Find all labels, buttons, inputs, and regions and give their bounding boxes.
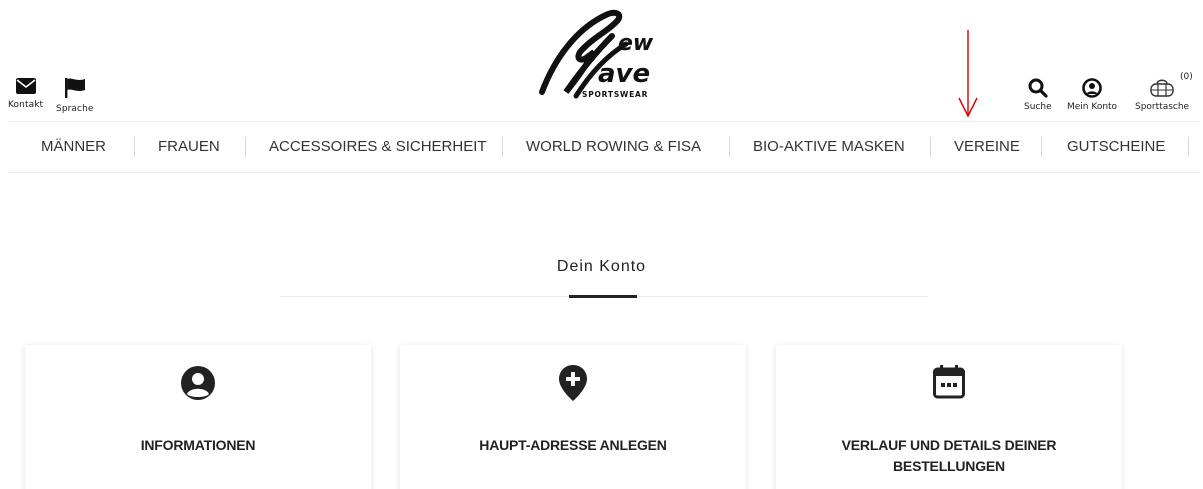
card-label: HAUPT-ADRESSE ANLEGEN xyxy=(479,437,667,453)
account-card-informationen[interactable]: INFORMATIONEN xyxy=(25,345,371,489)
nav-item-world-rowing[interactable]: WORLD ROWING & FISA xyxy=(526,122,701,172)
search-icon xyxy=(1028,78,1048,98)
nav-item-frauen[interactable]: FRAUEN xyxy=(158,122,220,172)
mail-icon xyxy=(15,78,36,94)
logo-text-top: ew xyxy=(618,31,654,56)
add-location-icon xyxy=(559,365,587,401)
kontakt-link[interactable]: Kontakt xyxy=(8,78,43,110)
annotation-arrow-icon xyxy=(958,30,978,118)
main-nav: MÄNNER FRAUEN ACCESSOIRES & SICHERHEIT W… xyxy=(8,121,1200,173)
nav-separator xyxy=(245,137,246,157)
page: Kontakt Sprache ew ave SPORTSWEAR Suche xyxy=(0,0,1203,489)
brand-logo[interactable]: ew ave SPORTSWEAR xyxy=(536,8,670,100)
account-card-bestellungen[interactable]: VERLAUF UND DETAILS DEINER BESTELLUNGEN xyxy=(776,345,1122,489)
nav-separator xyxy=(930,137,931,157)
logo-text-mid: ave xyxy=(598,59,650,89)
tasche-label: Sporttasche xyxy=(1135,102,1190,112)
search-link[interactable]: Suche xyxy=(1024,78,1052,112)
logo-text-sub: SPORTSWEAR xyxy=(582,90,648,99)
page-title: Dein Konto xyxy=(556,258,647,275)
nav-item-vereine[interactable]: VEREINE xyxy=(954,122,1020,172)
nav-item-gutscheine[interactable]: GUTSCHEINE xyxy=(1067,122,1165,172)
cart-link[interactable]: Sporttasche xyxy=(1135,78,1189,112)
title-underline xyxy=(569,295,637,298)
card-label: INFORMATIONEN xyxy=(140,437,256,453)
sprache-label: Sprache xyxy=(56,104,94,114)
account-link[interactable]: Mein Konto xyxy=(1067,78,1117,112)
nav-separator xyxy=(1041,137,1042,157)
sprache-link[interactable]: Sprache xyxy=(56,78,94,114)
kontakt-label: Kontakt xyxy=(8,100,44,110)
account-card-adresse[interactable]: HAUPT-ADRESSE ANLEGEN xyxy=(400,345,746,489)
nav-item-maenner[interactable]: MÄNNER xyxy=(41,122,106,172)
card-label: VERLAUF UND DETAILS DEINER BESTELLUNGEN xyxy=(841,437,1057,474)
nav-separator xyxy=(729,137,730,157)
flag-icon xyxy=(64,78,85,98)
nav-item-bio-aktive-masken[interactable]: BIO-AKTIVE MASKEN xyxy=(753,122,905,172)
user-circle-icon xyxy=(1082,78,1102,98)
suche-label: Suche xyxy=(1024,102,1052,112)
user-circle-icon xyxy=(181,366,215,400)
konto-label: Mein Konto xyxy=(1067,102,1118,112)
cart-count-badge: (0) xyxy=(1180,72,1193,82)
nav-separator xyxy=(502,137,503,157)
sport-bag-icon xyxy=(1150,79,1174,97)
calendar-icon xyxy=(933,365,965,399)
nav-separator xyxy=(1188,137,1189,157)
nav-item-accessoires[interactable]: ACCESSOIRES & SICHERHEIT xyxy=(269,122,487,172)
nav-separator xyxy=(134,137,135,157)
